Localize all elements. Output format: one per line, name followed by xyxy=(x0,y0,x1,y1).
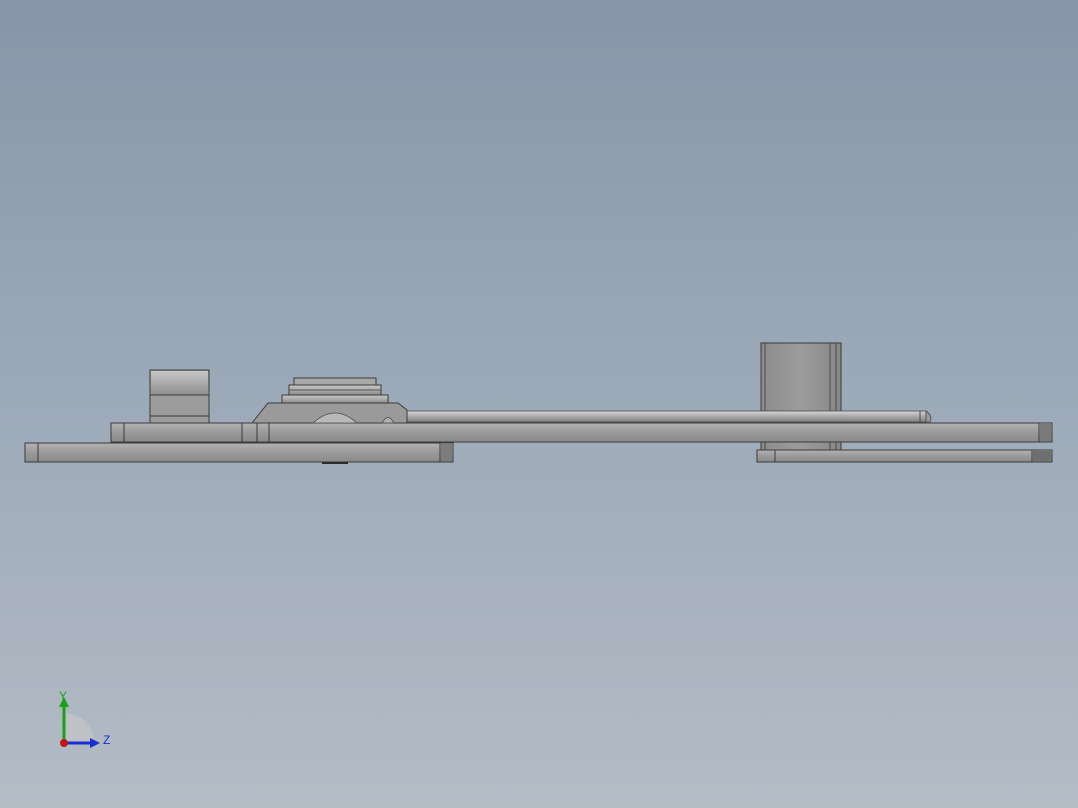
left-small-block[interactable] xyxy=(149,369,210,424)
guide-rod[interactable] xyxy=(387,410,932,423)
y-axis-label: Y xyxy=(59,689,67,703)
lower-left-plate[interactable] xyxy=(24,442,454,464)
graphics-viewport[interactable]: Y Z xyxy=(0,0,1078,808)
cylinder-clamp-assembly[interactable] xyxy=(250,377,408,424)
x-axis-dot xyxy=(60,739,68,747)
upper-long-plate[interactable] xyxy=(110,422,1053,443)
lower-right-plate[interactable] xyxy=(756,449,1053,463)
z-axis-label: Z xyxy=(103,733,110,747)
z-axis-arrowhead xyxy=(90,738,100,748)
triad-quadrant xyxy=(64,713,94,743)
cad-model-view[interactable] xyxy=(0,0,1078,808)
coordinate-triad: Y Z xyxy=(59,689,110,748)
